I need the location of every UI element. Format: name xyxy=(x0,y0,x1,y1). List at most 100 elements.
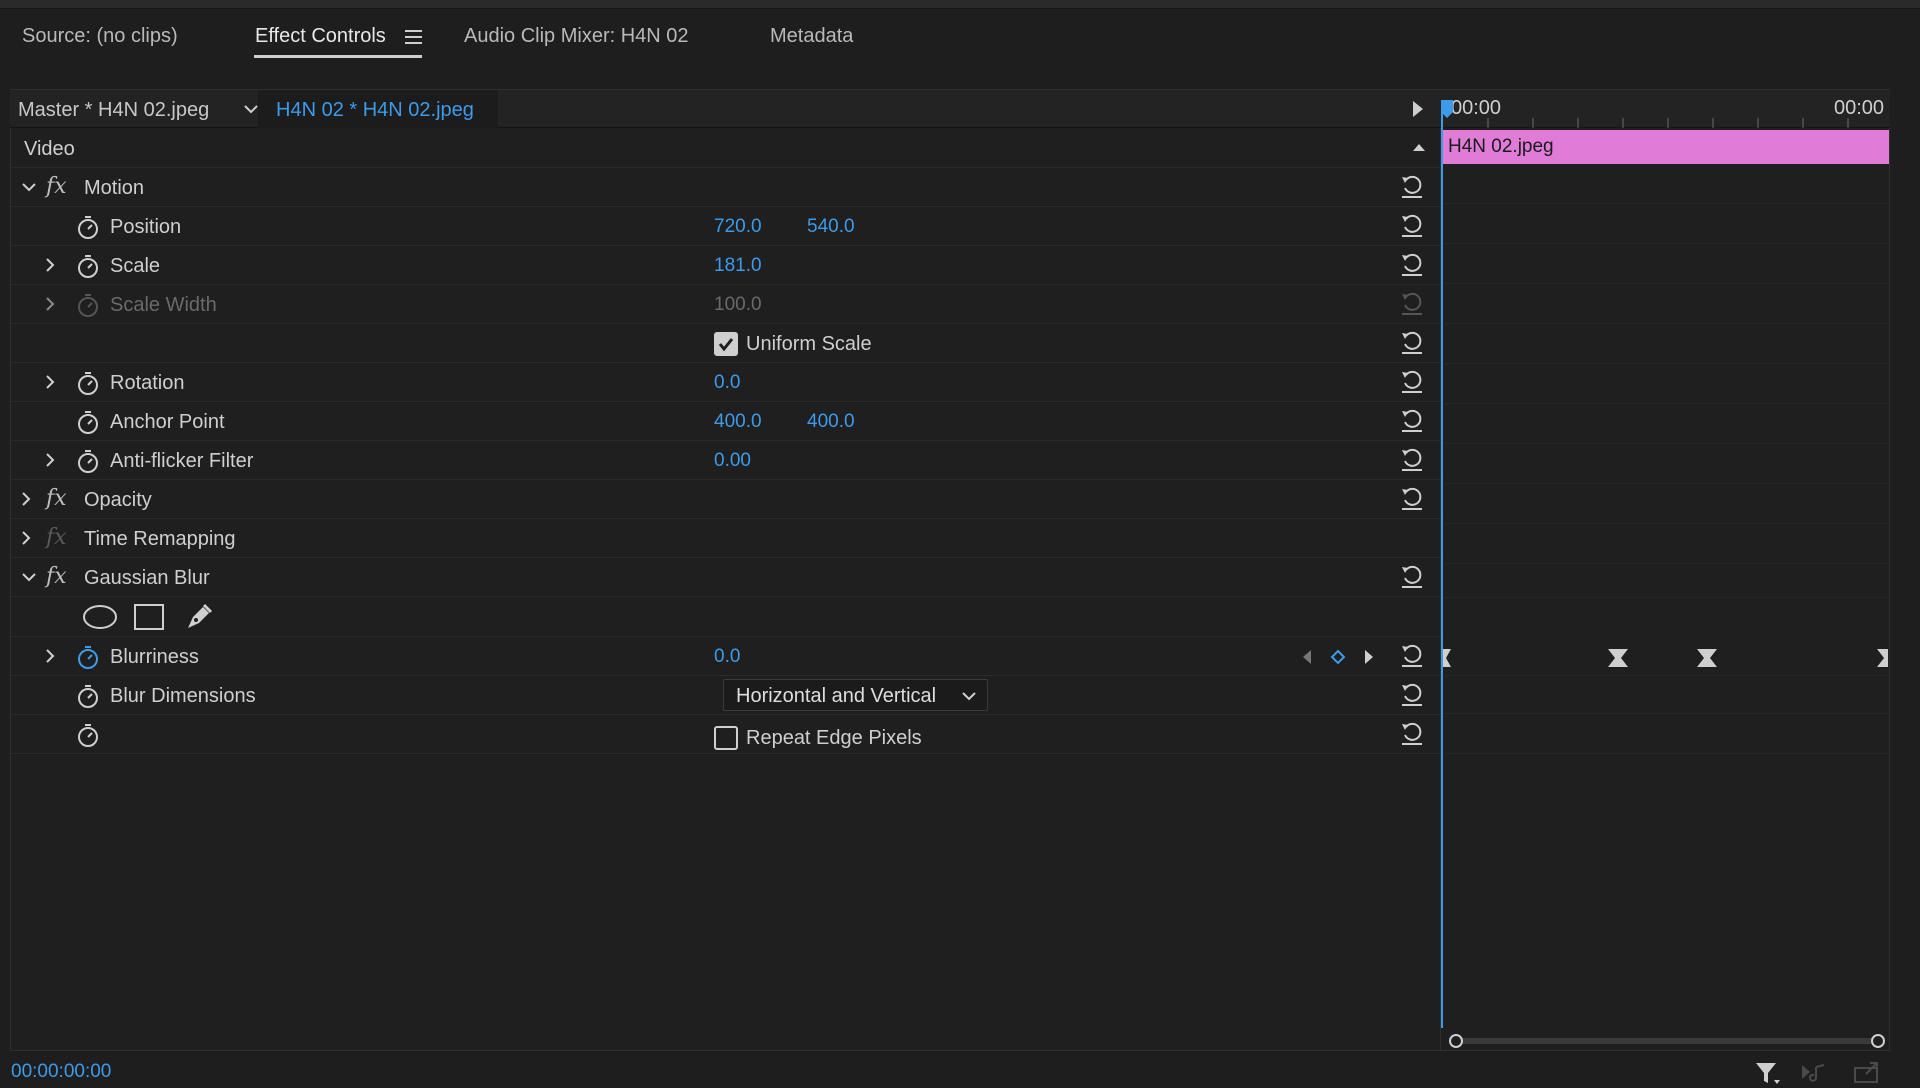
fx-icon[interactable]: fx xyxy=(46,174,67,199)
sequence-clip-selector[interactable]: H4N 02 * H4N 02.jpeg xyxy=(258,90,498,128)
effect-row-opacity[interactable]: fx Opacity xyxy=(10,480,1441,519)
reset-icon[interactable] xyxy=(1399,721,1425,747)
param-row-scale: Scale 181.0 xyxy=(10,246,1441,285)
scroll-up-icon[interactable] xyxy=(1411,141,1427,153)
param-row-anchor-point: Anchor Point 400.0 400.0 xyxy=(10,402,1441,441)
param-row-repeat-edge: Repeat Edge Pixels xyxy=(10,715,1441,754)
tab-source[interactable]: Source: (no clips) xyxy=(22,25,178,48)
reset-icon[interactable] xyxy=(1399,330,1425,356)
anti-flicker-value[interactable]: 0.00 xyxy=(714,450,751,472)
chevron-down-icon[interactable] xyxy=(20,568,38,586)
effect-name: Gaussian Blur xyxy=(84,567,210,589)
keyframe-icon[interactable] xyxy=(1608,649,1628,667)
param-label: Anchor Point xyxy=(110,411,225,433)
param-row-scale-width: Scale Width 100.0 xyxy=(10,285,1441,324)
effect-row-time-remapping[interactable]: fx Time Remapping xyxy=(10,519,1441,558)
clip-header: Master * H4N 02.jpeg H4N 02 * H4N 02.jpe… xyxy=(10,90,1441,128)
timeline-row-divider xyxy=(1442,403,1889,404)
rectangle-mask-icon[interactable] xyxy=(134,603,164,631)
timeline-row-divider xyxy=(1442,523,1889,524)
stopwatch-icon xyxy=(78,294,98,317)
pen-mask-icon[interactable] xyxy=(184,601,214,631)
ellipse-mask-icon[interactable] xyxy=(82,604,118,630)
timeline-row-divider xyxy=(1442,675,1889,676)
reset-icon[interactable] xyxy=(1399,643,1425,669)
export-icon xyxy=(1854,1062,1878,1083)
timeline-row-divider xyxy=(1442,713,1889,714)
tab-audio-clip-mixer[interactable]: Audio Clip Mixer: H4N 02 xyxy=(464,25,689,48)
chevron-right-icon[interactable] xyxy=(17,529,35,547)
stopwatch-icon[interactable] xyxy=(76,409,100,435)
stopwatch-icon[interactable] xyxy=(76,370,100,396)
add-keyframe-icon[interactable] xyxy=(1328,647,1348,667)
scroll-handle-right-icon[interactable] xyxy=(1870,1033,1888,1051)
tab-metadata[interactable]: Metadata xyxy=(770,25,853,48)
repeat-edge-checkbox[interactable] xyxy=(714,726,738,750)
reset-icon[interactable] xyxy=(1399,174,1425,200)
playhead-line[interactable] xyxy=(1441,104,1443,1028)
fx-icon[interactable]: fx xyxy=(46,486,67,511)
uniform-scale-checkbox[interactable] xyxy=(714,332,738,356)
tab-effect-controls[interactable]: Effect Controls xyxy=(255,25,386,48)
reset-icon[interactable] xyxy=(1399,564,1425,590)
uniform-scale-label: Uniform Scale xyxy=(746,333,872,355)
param-row-anti-flicker: Anti-flicker Filter 0.00 xyxy=(10,441,1441,480)
scale-value[interactable]: 181.0 xyxy=(714,255,762,277)
timeline-row-divider xyxy=(1442,563,1889,564)
param-row-rotation: Rotation 0.0 xyxy=(10,363,1441,402)
stopwatch-icon[interactable] xyxy=(76,644,100,670)
keyframe-icon[interactable] xyxy=(1443,649,1451,667)
chevron-down-icon[interactable] xyxy=(20,178,38,196)
fx-icon[interactable]: fx xyxy=(46,564,67,589)
effect-row-gaussian-blur[interactable]: fx Gaussian Blur xyxy=(10,558,1441,597)
chevron-right-icon[interactable] xyxy=(41,295,59,313)
reset-icon[interactable] xyxy=(1399,369,1425,395)
blurriness-keyframes xyxy=(1443,649,1888,667)
rotation-value[interactable]: 0.0 xyxy=(714,372,740,394)
stopwatch-icon[interactable] xyxy=(76,253,100,279)
chevron-down-icon xyxy=(962,692,976,701)
scale-width-value: 100.0 xyxy=(714,294,762,315)
master-clip-label[interactable]: Master * H4N 02.jpeg xyxy=(18,99,209,122)
chevron-right-icon[interactable] xyxy=(17,490,35,508)
position-x-value[interactable]: 720.0 xyxy=(714,216,762,238)
reset-icon[interactable] xyxy=(1399,252,1425,278)
reset-icon[interactable] xyxy=(1399,408,1425,434)
current-timecode[interactable]: 00:00:00:00 xyxy=(11,1061,111,1083)
effect-row-motion[interactable]: fx Motion xyxy=(10,168,1441,207)
panel-menu-icon[interactable] xyxy=(405,30,422,44)
chevron-right-icon[interactable] xyxy=(41,256,59,274)
reset-icon[interactable] xyxy=(1399,682,1425,708)
timeline-row-divider xyxy=(1442,203,1889,204)
previous-keyframe-icon[interactable] xyxy=(1300,647,1314,667)
anchor-x-value[interactable]: 400.0 xyxy=(714,411,762,433)
param-label: Position xyxy=(110,216,182,238)
keyframe-icon[interactable] xyxy=(1877,649,1888,667)
timeline-ruler: 00:00 00:00 xyxy=(1441,90,1890,128)
chevron-right-icon[interactable] xyxy=(41,647,59,665)
filter-icon[interactable] xyxy=(1754,1061,1782,1087)
position-y-value[interactable]: 540.0 xyxy=(807,216,855,238)
chevron-right-icon[interactable] xyxy=(41,451,59,469)
param-label: Blur Dimensions xyxy=(110,685,256,707)
timeline-zoom-scrollbar[interactable] xyxy=(1448,1033,1888,1049)
loop-audio-icon xyxy=(1802,1064,1825,1082)
stopwatch-icon[interactable] xyxy=(76,448,100,474)
chevron-right-icon[interactable] xyxy=(41,373,59,391)
reset-icon[interactable] xyxy=(1399,447,1425,473)
stopwatch-icon[interactable] xyxy=(76,722,100,748)
stopwatch-icon[interactable] xyxy=(76,683,100,709)
reset-icon[interactable] xyxy=(1399,486,1425,512)
anchor-y-value[interactable]: 400.0 xyxy=(807,411,855,433)
reset-icon[interactable] xyxy=(1399,213,1425,239)
timeline-row-divider xyxy=(1442,363,1889,364)
scroll-handle-left-icon[interactable] xyxy=(1448,1033,1466,1051)
next-keyframe-icon[interactable] xyxy=(1362,647,1376,667)
timeline-clip[interactable]: H4N 02.jpeg xyxy=(1442,130,1889,164)
play-only-clip-audio-icon[interactable] xyxy=(1413,101,1423,117)
stopwatch-icon[interactable] xyxy=(76,214,100,240)
blur-dimensions-dropdown[interactable]: Horizontal and Vertical xyxy=(723,679,988,711)
param-label: Rotation xyxy=(110,372,185,394)
keyframe-icon[interactable] xyxy=(1697,649,1717,667)
blurriness-value[interactable]: 0.0 xyxy=(714,646,740,668)
